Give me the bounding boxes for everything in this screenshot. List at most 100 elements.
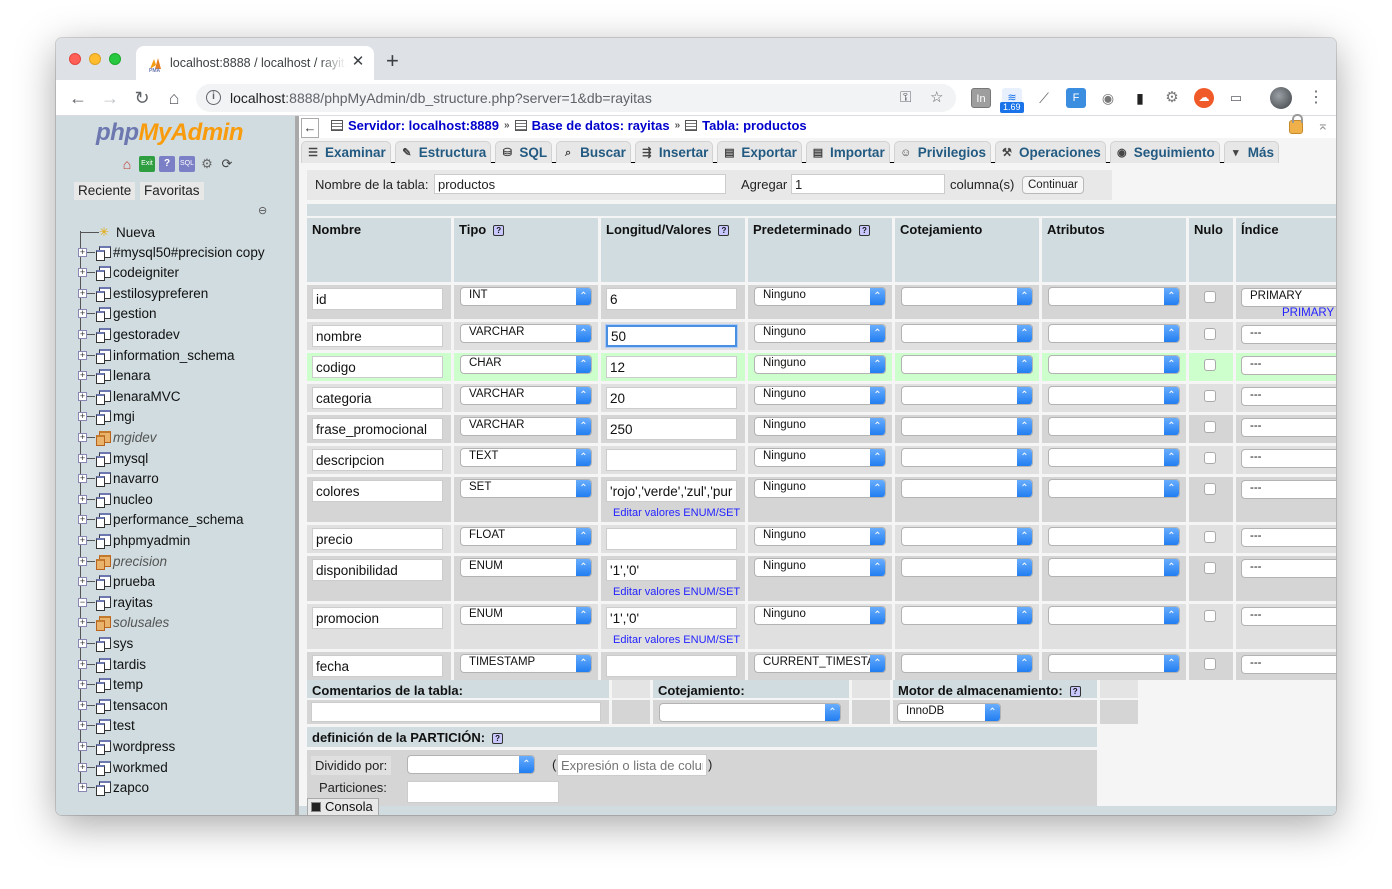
default-select[interactable]: Ninguno [754,417,886,436]
null-checkbox[interactable] [1204,291,1216,303]
partition-by-select[interactable] [407,755,535,774]
collation-select[interactable] [901,386,1033,405]
help-icon[interactable]: ? [718,225,730,236]
help-icon[interactable]: ? [492,733,504,744]
column-type-select[interactable]: FLOAT [460,527,592,546]
length-values-input[interactable] [606,356,737,378]
database-item[interactable]: + mysql [78,448,148,468]
tab-más[interactable]: ▾ Más [1223,141,1280,163]
breadcrumb-server[interactable]: Servidor: localhost:8889 [348,118,499,133]
expand-icon[interactable]: + [78,268,87,278]
expand-icon[interactable]: + [78,556,87,566]
null-checkbox[interactable] [1204,531,1216,543]
help-icon[interactable]: ? [1069,686,1081,697]
expand-icon[interactable]: + [78,288,87,298]
null-checkbox[interactable] [1204,610,1216,622]
database-item[interactable]: + lenara [78,366,151,386]
column-type-select[interactable]: TEXT [460,448,592,467]
index-select[interactable]: --- [1241,356,1336,375]
expand-icon[interactable]: + [78,432,87,442]
phpmyadmin-logo[interactable]: phpMyAdmin [96,119,243,147]
column-name-input[interactable] [312,559,443,581]
breadcrumb-database[interactable]: Base de datos: rayitas [532,118,670,133]
index-link[interactable]: PRIMARY [1282,307,1334,319]
database-item[interactable]: + temp [78,675,143,695]
console-toggle[interactable]: Consola [307,798,379,815]
partitions-count-input[interactable] [407,781,559,803]
index-select[interactable]: --- [1241,325,1336,344]
column-type-select[interactable]: TIMESTAMP [460,654,592,673]
tab-insertar[interactable]: ⇶ Insertar [634,141,714,163]
edit-enum-set-link[interactable]: Editar valores ENUM/SET [613,586,740,598]
expand-icon[interactable]: + [78,700,87,710]
collation-select[interactable] [901,654,1033,673]
attributes-select[interactable] [1048,527,1180,546]
extension-fi-icon[interactable]: F [1066,88,1086,108]
close-window-button[interactable] [69,53,81,65]
collation-select[interactable] [901,606,1033,625]
column-name-input[interactable] [312,356,443,378]
database-item[interactable]: + tardis [78,654,146,674]
collation-select[interactable] [901,355,1033,374]
attributes-select[interactable] [1048,355,1180,374]
key-icon[interactable]: ⚿ [900,89,911,107]
database-item[interactable]: − rayitas [78,592,153,612]
length-values-input[interactable] [606,528,737,550]
add-columns-count-input[interactable] [791,174,945,194]
default-select[interactable]: Ninguno [754,558,886,577]
collation-select[interactable] [901,527,1033,546]
attributes-select[interactable] [1048,448,1180,467]
attributes-select[interactable] [1048,558,1180,577]
attributes-select[interactable] [1048,287,1180,306]
continue-button[interactable]: Continuar [1022,176,1084,194]
breadcrumb-table[interactable]: Tabla: productos [702,118,806,133]
tab-privilegios[interactable]: ☺ Privilegios [893,141,991,163]
expand-icon[interactable]: + [78,453,87,463]
home-icon[interactable]: ⌂ [162,86,186,110]
column-type-select[interactable]: CHAR [460,355,592,374]
database-item[interactable]: + navarro [78,469,159,489]
database-item[interactable]: + #mysql50#precision copy [78,242,265,262]
expand-icon[interactable]: + [78,309,87,319]
table-collation-select[interactable] [659,703,841,722]
reload-navigation-icon[interactable]: ⟳ [219,156,235,172]
database-item[interactable]: + test [78,716,135,736]
collapse-icon[interactable]: − [78,597,87,607]
expand-icon[interactable]: + [78,659,87,669]
length-values-input[interactable] [606,607,737,629]
database-item[interactable]: + gestion [78,304,157,324]
length-values-input[interactable] [606,387,737,409]
expand-icon[interactable]: + [78,474,87,484]
extension-cloud-icon[interactable]: ☁ [1194,88,1214,108]
sql-docs-icon[interactable]: SQL [179,156,195,172]
help-icon[interactable]: ? [858,225,870,236]
database-item[interactable]: + mgidev [78,427,157,447]
length-values-input[interactable] [606,325,737,347]
expand-icon[interactable]: + [78,371,87,381]
expand-icon[interactable]: + [78,391,87,401]
column-type-select[interactable]: VARCHAR [460,417,592,436]
forward-icon[interactable]: → [98,86,122,110]
attributes-select[interactable] [1048,417,1180,436]
maximize-window-button[interactable] [109,53,121,65]
default-select[interactable]: Ninguno [754,355,886,374]
database-item[interactable]: + solusales [78,613,169,633]
expand-icon[interactable]: + [78,577,87,587]
index-select[interactable]: --- [1241,387,1336,406]
partition-expression-input[interactable] [557,754,707,776]
expand-icon[interactable]: + [78,783,87,793]
database-item[interactable]: + mgi [78,407,135,427]
address-bar[interactable]: i localhost:8888/phpMyAdmin/db_structure… [196,84,956,112]
site-info-icon[interactable]: i [206,90,221,105]
index-select[interactable]: --- [1241,655,1336,674]
null-checkbox[interactable] [1204,421,1216,433]
expand-icon[interactable]: + [78,680,87,690]
default-select[interactable]: Ninguno [754,448,886,467]
recent-tables-button[interactable]: Reciente [74,182,136,200]
tab-buscar[interactable]: ⌕ Buscar [556,141,631,163]
column-name-input[interactable] [312,418,443,440]
edit-enum-set-link[interactable]: Editar valores ENUM/SET [613,634,740,646]
index-select[interactable]: PRIMARY [1241,288,1336,307]
database-item[interactable]: + phpmyadmin [78,530,190,550]
length-values-input[interactable] [606,288,737,310]
